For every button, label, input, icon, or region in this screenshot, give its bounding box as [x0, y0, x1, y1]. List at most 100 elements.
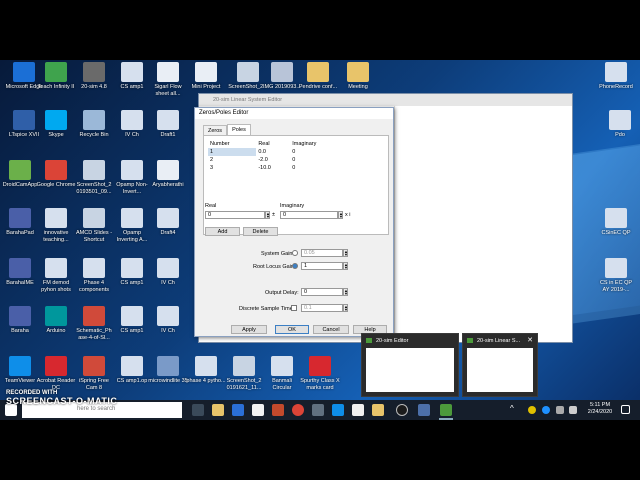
desktop-icon[interactable]: Google Chrome	[36, 160, 76, 189]
desktop-icon[interactable]: Sigarl Flow sheet all...	[148, 62, 188, 97]
real-input[interactable]: 0	[205, 211, 265, 219]
ok-button[interactable]: OK	[275, 325, 309, 334]
table-row[interactable]: 1 0.0 0	[208, 148, 348, 156]
desktop-icon[interactable]: Acrobat Reader DC	[36, 356, 76, 391]
col-imaginary: Imaginary	[292, 141, 317, 147]
desktop-icon[interactable]: IV Ch	[112, 110, 152, 139]
desktop-icon[interactable]: phase 4 pytho...	[186, 356, 226, 385]
desktop-icon-label: Recycle Bin	[79, 132, 109, 138]
teamviewer-icon[interactable]	[332, 404, 344, 416]
taskbar-preview-linear-editor[interactable]: 20-sim Linear S... ✕	[462, 333, 538, 397]
apply-button[interactable]: Apply	[231, 325, 267, 334]
desktop-icon[interactable]: Schematic_Ph ase-4-of-Sl...	[74, 306, 114, 341]
desktop-icon[interactable]: Teach Infinity II	[36, 62, 76, 91]
imaginary-spinner[interactable]: ▲ ▼	[338, 211, 343, 219]
tab-poles[interactable]: Poles	[227, 124, 251, 135]
desktop-icon[interactable]: IV Ch	[148, 258, 188, 287]
discrete-checkbox[interactable]	[291, 305, 297, 311]
file-icon	[233, 356, 255, 376]
desktop-icon[interactable]: ScreenShot_2 0191621_11...	[224, 356, 264, 391]
desktop-icon[interactable]: DroidCamApp	[0, 160, 40, 189]
desktop-icon[interactable]: AMCD Slides - Shortcut	[74, 208, 114, 243]
file-icon	[237, 62, 259, 82]
desktop-icon[interactable]: innovative teaching...	[36, 208, 76, 243]
desktop-icon[interactable]: 20-sim 4.8	[74, 62, 114, 91]
tray-app-icon[interactable]	[528, 406, 536, 414]
desktop-icon[interactable]: Recycle Bin	[74, 110, 114, 139]
desktop-icon[interactable]: Opamp Inverting A...	[112, 208, 152, 243]
desktop-icon[interactable]: IV Ch	[148, 306, 188, 335]
desktop-icon[interactable]: IMG 2019093...	[262, 62, 302, 91]
desktop-icon[interactable]: PhoneRecord	[596, 62, 636, 91]
mail-icon[interactable]	[352, 404, 364, 416]
app-icon[interactable]	[312, 404, 324, 416]
desktop-icon[interactable]: Pendrive conf...	[298, 62, 338, 91]
desktop-icon[interactable]: Draft1	[148, 110, 188, 139]
discrete-sample-time-spinner[interactable]: ▲ ▼	[343, 304, 348, 312]
root-locus-input[interactable]: 1	[301, 262, 343, 270]
office-icon[interactable]	[272, 404, 284, 416]
file-explorer-icon[interactable]	[212, 404, 224, 416]
desktop-icon[interactable]: Mini Project	[186, 62, 226, 91]
desktop-icon[interactable]: CS amp1.op	[112, 356, 152, 385]
desktop-icon[interactable]: Meeting	[338, 62, 378, 91]
volume-icon[interactable]	[569, 406, 577, 414]
taskbar-preview-editor[interactable]: 20-sim Editor	[361, 333, 459, 397]
desktop-icon-label: ScreenShot_2 0191621_11...	[226, 378, 262, 391]
root-locus-radio[interactable]	[292, 263, 298, 269]
system-gain-radio[interactable]	[292, 250, 298, 256]
tab-zeros[interactable]: Zeros	[203, 125, 228, 135]
edge-icon[interactable]	[232, 404, 244, 416]
desktop-icon[interactable]: Baraha	[0, 306, 40, 335]
cancel-button[interactable]: Cancel	[313, 325, 349, 334]
folder-icon[interactable]	[372, 404, 384, 416]
output-delay-input[interactable]: 0	[301, 288, 343, 296]
system-gain-spinner[interactable]: ▲ ▼	[343, 249, 348, 257]
desktop-icon[interactable]: BarahaPad	[0, 208, 40, 237]
system-clock[interactable]: 5:11 PM 2/24/2020	[583, 402, 617, 416]
desktop-icon[interactable]: Aryabherathi	[148, 160, 188, 189]
table-row[interactable]: 3 -10.0 0	[208, 164, 348, 172]
desktop-icon[interactable]: Pdo	[600, 110, 640, 139]
desktop-icon[interactable]: CS amp1	[112, 258, 152, 287]
notifications-icon[interactable]	[621, 405, 630, 414]
table-row[interactable]: 2 -2.0 0	[208, 156, 348, 164]
desktop-icon[interactable]: Arduino	[36, 306, 76, 335]
real-spinner[interactable]: ▲ ▼	[265, 211, 270, 219]
system-gain-input[interactable]: 0.05	[301, 249, 343, 257]
desktop-icon[interactable]: microwindlite 35	[148, 356, 188, 385]
tray-app-icon-2[interactable]	[542, 406, 550, 414]
close-icon[interactable]: ✕	[527, 336, 533, 344]
delete-button[interactable]: Delete	[243, 227, 278, 236]
add-button[interactable]: Add	[205, 227, 240, 236]
desktop-icon[interactable]: Phase 4 components	[74, 258, 114, 293]
desktop-icon[interactable]: Spurthy Class X marks card	[300, 356, 340, 391]
desktop-icon[interactable]: ScreenShot_2 0193501_09...	[74, 160, 114, 195]
desktop-icon[interactable]: Draft4	[148, 208, 188, 237]
desktop-icon[interactable]: CSinEC QP	[596, 208, 636, 237]
desktop-icon[interactable]: CS amp1	[112, 62, 152, 91]
20sim-icon[interactable]	[418, 404, 430, 416]
root-locus-spinner[interactable]: ▲ ▼	[343, 262, 348, 270]
desktop-icon[interactable]: Banmali Circular	[262, 356, 302, 391]
desktop-icon[interactable]: Skype	[36, 110, 76, 139]
chrome-icon[interactable]	[292, 404, 304, 416]
imaginary-input[interactable]: 0	[280, 211, 338, 219]
20sim-editor-icon[interactable]	[440, 404, 452, 416]
desktop-icon[interactable]: FM demod pyhon shots	[36, 258, 76, 293]
tray-chevron-icon[interactable]: ^	[510, 404, 518, 416]
recorder-icon[interactable]	[396, 404, 408, 416]
desktop-icon[interactable]: CS in EC QP AY 2019-...	[596, 258, 636, 293]
desktop-icon-label: Draft1	[160, 132, 176, 138]
desktop-icon[interactable]: CS amp1	[112, 306, 152, 335]
editor-canvas[interactable]	[394, 106, 572, 342]
desktop-icon[interactable]: TeamViewer	[0, 356, 40, 385]
task-view-icon[interactable]	[192, 404, 204, 416]
battery-icon[interactable]	[556, 406, 564, 414]
desktop-icon[interactable]: iSpring Free Cam 8	[74, 356, 114, 391]
store-icon[interactable]	[252, 404, 264, 416]
desktop-icon[interactable]: BarahaIME	[0, 258, 40, 287]
output-delay-spinner[interactable]: ▲ ▼	[343, 288, 348, 296]
desktop-icon[interactable]: Opamp Non-Invert...	[112, 160, 152, 195]
discrete-sample-time-input[interactable]: 0.1	[301, 304, 343, 312]
